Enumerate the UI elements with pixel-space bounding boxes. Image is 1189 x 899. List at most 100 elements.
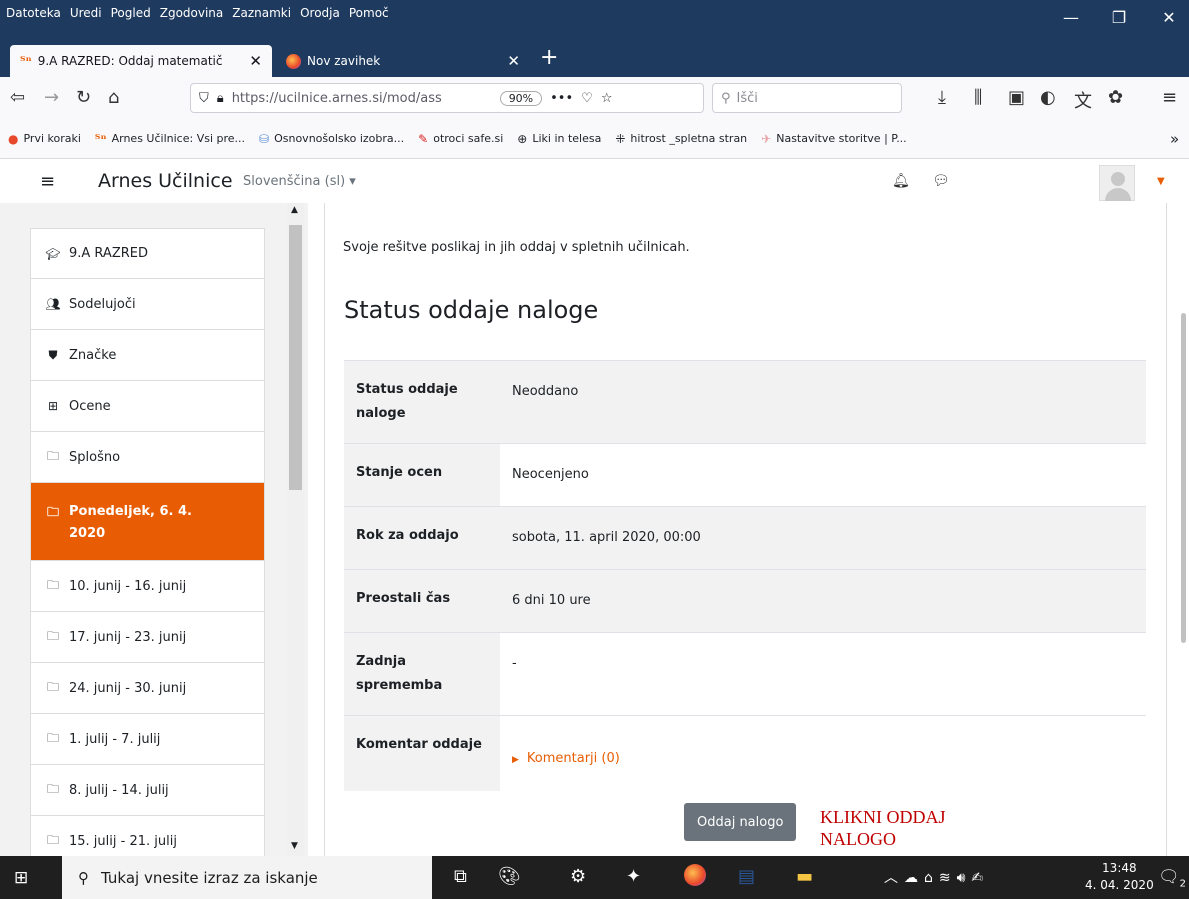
zoom-badge[interactable]: 90% <box>499 90 543 106</box>
drawer-item-label: Značke <box>69 347 117 363</box>
drawer-item-label: 1. julij - 7. julij <box>69 731 161 747</box>
close-window-button[interactable]: ✕ <box>1155 8 1183 27</box>
drawer-item-week[interactable]: 🗀 10. junij - 16. junij <box>30 561 265 612</box>
forward-icon[interactable]: → <box>44 87 59 108</box>
globe-icon: ⊕ <box>517 131 528 146</box>
title-bar: Datoteka Uredi Pogled Zgodovina Zaznamki… <box>0 0 1189 40</box>
reload-icon[interactable]: ↻ <box>76 87 91 108</box>
pen-icon: ✎ <box>418 131 429 146</box>
bell-icon[interactable]: 🔔︎ <box>892 173 910 189</box>
moodle-navbar: ≡ Arnes Učilnice Slovenščina (sl) ▾ 🔔︎ 💬… <box>0 159 1189 203</box>
word-icon[interactable]: ▤ <box>738 866 755 887</box>
row-value: Neoddano <box>500 360 1146 444</box>
bookmark-item[interactable]: ✈ Nastavitve storitve | P... <box>761 132 907 146</box>
restore-button[interactable]: ❐ <box>1105 8 1133 27</box>
hamburger-menu-icon[interactable]: ≡ <box>40 171 55 192</box>
settings-gear-icon[interactable]: ⚙ <box>570 866 586 887</box>
scroll-up-icon[interactable]: ▲ <box>291 205 298 215</box>
url-bar[interactable]: ⛉ 🔒︎ https://ucilnice.arnes.si/mod/ass 9… <box>190 83 704 113</box>
page-actions-icon[interactable]: ••• <box>550 91 573 106</box>
table-row: Zadnja sprememba - <box>344 632 1146 716</box>
task-view-icon[interactable]: ⧉ <box>454 866 467 887</box>
menu-zaznamki[interactable]: Zaznamki <box>232 6 291 20</box>
page-scroll-thumb[interactable] <box>1181 313 1186 643</box>
tab-assignment[interactable]: ᵀⁿ 9.A RAZRED: Oddaj matematič ✕ <box>10 45 272 77</box>
site-name[interactable]: Arnes Učilnice <box>98 170 233 192</box>
home-icon[interactable]: ⌂ <box>108 87 119 108</box>
url-text[interactable]: https://ucilnice.arnes.si/mod/ass <box>232 91 492 106</box>
extension-icon[interactable]: ✿ <box>1108 87 1123 108</box>
submit-assignment-button[interactable]: Oddaj nalogo <box>684 803 797 841</box>
comments-toggle[interactable]: ▶ Komentarji (0) <box>512 751 620 766</box>
search-input[interactable]: ⚲ Išči <box>712 83 902 113</box>
scroll-down-icon[interactable]: ▼ <box>291 841 298 851</box>
bookmarks-bar: ● Prvi koraki ᵀⁿ Arnes Učilnice: Vsi pre..… <box>0 119 1189 159</box>
bookmarks-overflow-icon[interactable]: » <box>1170 130 1179 148</box>
menu-orodja[interactable]: Orodja <box>300 6 340 20</box>
bookmark-label: hitrost _spletna stran <box>630 132 748 145</box>
drawer-item-general[interactable]: 🗀 Splošno <box>30 432 265 483</box>
file-explorer-icon[interactable]: ▬ <box>796 866 813 887</box>
library-icon[interactable]: ⫼ <box>974 87 982 108</box>
page-scrollbar[interactable] <box>1178 203 1189 856</box>
bookmark-item[interactable]: ᵀⁿ Arnes Učilnice: Vsi pre... <box>95 132 245 146</box>
bookmark-item[interactable]: ⁜ hitrost _spletna stran <box>615 132 747 146</box>
bookmark-item[interactable]: ⛁ Osnovnošolsko izobra... <box>259 132 404 146</box>
comments-link-label: Komentarji (0) <box>526 751 620 766</box>
paint3d-icon[interactable]: ✦ <box>626 866 641 887</box>
clock[interactable]: 13:48 4. 04. 2020 <box>1085 860 1154 894</box>
drawer-item-monday[interactable]: 🗀 Ponedeljek, 6. 4. 2020 <box>30 483 265 561</box>
app-menu-icon[interactable]: ≡ <box>1162 87 1177 108</box>
drawer-item-week[interactable]: 🗀 24. junij - 30. junij <box>30 663 265 714</box>
tracking-shield-icon[interactable]: ⛉ <box>199 91 209 106</box>
notification-center-icon[interactable]: 🗨︎2 <box>1158 867 1186 889</box>
drawer-item-course[interactable]: 🎓︎ 9.A RAZRED <box>30 228 265 279</box>
windows-start-icon[interactable]: ⊞ <box>14 868 28 888</box>
translate-icon[interactable]: 文 <box>1074 87 1092 113</box>
drawer-item-week[interactable]: 🗀 15. julij - 21. julij <box>30 816 265 856</box>
pocket-icon[interactable]: ♡ <box>581 91 593 106</box>
paint-icon[interactable]: 🎨︎ <box>498 866 521 887</box>
taskbar-search-input[interactable]: ⚲ Tukaj vnesite izraz za iskanje <box>62 856 432 899</box>
bookmark-item[interactable]: ⊕ Liki in telesa <box>517 132 601 146</box>
close-tab-icon[interactable]: ✕ <box>507 52 520 70</box>
bookmark-star-icon[interactable]: ☆ <box>601 91 613 106</box>
drawer-item-week[interactable]: 🗀 1. julij - 7. julij <box>30 714 265 765</box>
drawer-item-grades[interactable]: ⊞ Ocene <box>30 381 265 432</box>
menu-datoteka[interactable]: Datoteka <box>6 6 61 20</box>
tab-new[interactable]: Nov zavihek ✕ <box>276 45 530 77</box>
menu-pogled[interactable]: Pogled <box>111 6 151 20</box>
bookmark-label: Prvi koraki <box>23 132 81 145</box>
minimize-button[interactable]: — <box>1057 8 1085 27</box>
close-tab-icon[interactable]: ✕ <box>249 52 262 70</box>
lock-icon[interactable]: 🔒︎ <box>217 91 224 106</box>
drawer-item-participants[interactable]: 👥︎ Sodelujoči <box>30 279 265 330</box>
drawer-item-label: Sodelujoči <box>69 296 136 312</box>
menu-pomoc[interactable]: Pomoč <box>349 6 389 20</box>
bookmark-item[interactable]: ✎ otroci safe.si <box>418 132 503 146</box>
folder-icon: 🗀 <box>46 679 59 694</box>
drawer-item-week[interactable]: 🗀 17. junij - 23. junij <box>30 612 265 663</box>
new-tab-icon[interactable]: + <box>540 45 558 70</box>
downloads-icon[interactable]: ⤓ <box>938 87 946 108</box>
caret-down-icon[interactable]: ▼ <box>1157 176 1165 187</box>
drawer-scroll-thumb[interactable] <box>289 225 302 490</box>
row-value: sobota, 11. april 2020, 00:00 <box>500 506 1146 570</box>
avatar[interactable] <box>1099 165 1135 201</box>
back-icon[interactable]: ⇦ <box>10 87 25 108</box>
firefox-taskbar-icon[interactable] <box>684 864 706 891</box>
account-icon[interactable]: ◐ <box>1040 87 1056 108</box>
menu-uredi[interactable]: Uredi <box>70 6 102 20</box>
system-tray[interactable]: ︿☁⌂≋🔊︎✍ <box>884 867 989 887</box>
menu-zgodovina[interactable]: Zgodovina <box>160 6 224 20</box>
drawer-item-week[interactable]: 🗀 8. julij - 14. julij <box>30 765 265 816</box>
chat-icon[interactable]: 💬︎ <box>932 173 950 189</box>
row-value: - <box>500 632 1146 716</box>
language-selector[interactable]: Slovenščina (sl) ▾ <box>243 174 356 189</box>
bookmark-item[interactable]: ● Prvi koraki <box>8 132 81 146</box>
bookmark-label: Liki in telesa <box>532 132 602 145</box>
drawer-scrollbar[interactable]: ▲ ▼ <box>287 203 304 856</box>
drawer-item-label: Ocene <box>69 398 111 414</box>
drawer-item-badges[interactable]: ⛊ Značke <box>30 330 265 381</box>
sidebar-icon[interactable]: ▣ <box>1008 87 1025 108</box>
